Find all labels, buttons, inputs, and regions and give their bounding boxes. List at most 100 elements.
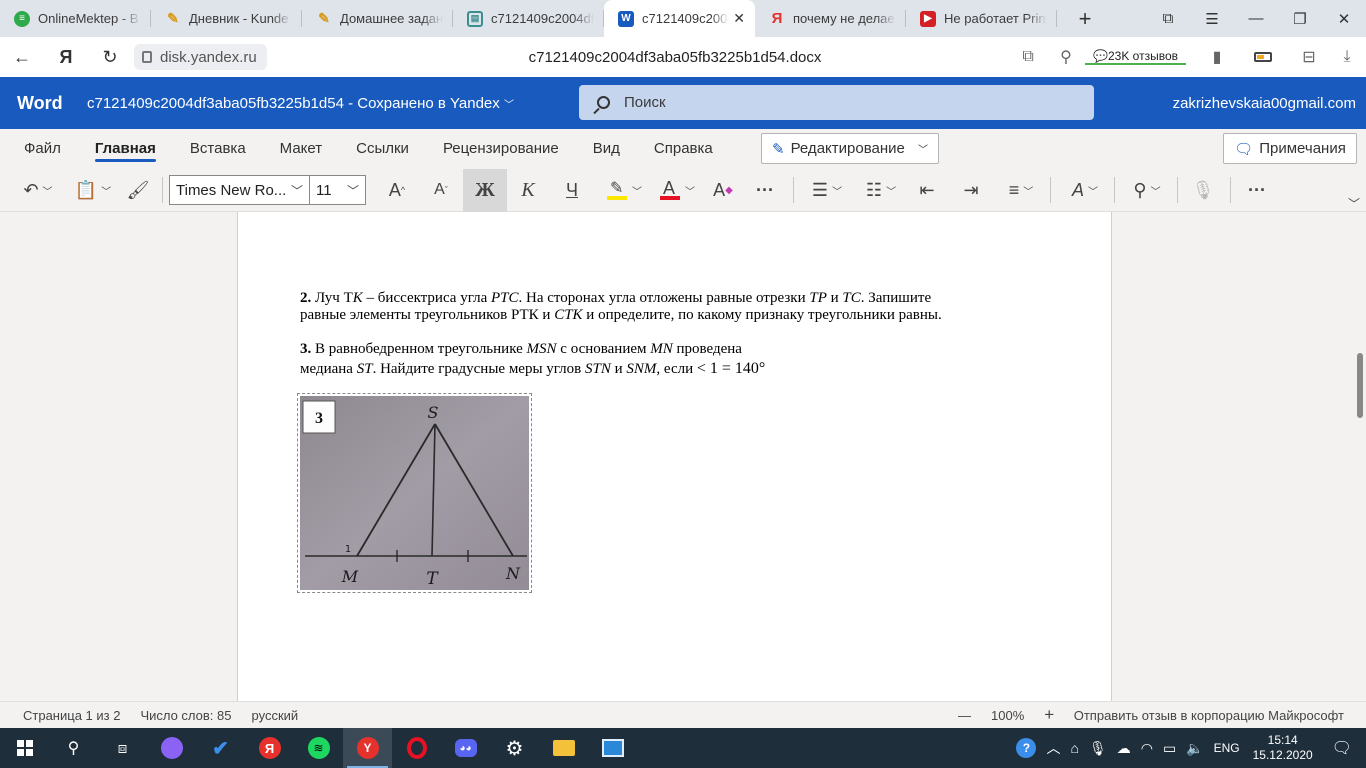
translate-icon[interactable]: ⚲ (1047, 37, 1085, 77)
feedback-link[interactable]: Отправить отзыв в корпорацию Майкрософт (1074, 708, 1344, 723)
numbering-icon[interactable]: ☷ ﹀ (858, 174, 904, 206)
volume-icon[interactable]: 🔈 (1186, 740, 1203, 757)
task-view-icon[interactable]: ⧈ (98, 728, 147, 768)
browser-tab[interactable]: ▶ Не работает Print (906, 0, 1057, 37)
more-options-icon[interactable]: ··· (1242, 174, 1272, 206)
browser-tab[interactable]: ✎ Дневник - Kunde (151, 0, 302, 37)
tab-home[interactable]: Главная (78, 129, 173, 167)
file-explorer-icon[interactable] (539, 728, 588, 768)
underline-button[interactable]: Ч (556, 174, 588, 206)
zoom-level[interactable]: 100% (991, 708, 1024, 723)
vertical-scrollbar[interactable] (1352, 212, 1366, 701)
editing-mode-dropdown[interactable]: ✎ Редактирование ﹀ (761, 133, 939, 164)
tab-view[interactable]: Вид (576, 129, 637, 167)
collapse-ribbon-icon[interactable]: ﹀ (1348, 195, 1360, 212)
browser-tab[interactable]: ▤ c7121409c2004df (453, 0, 604, 37)
search-input[interactable]: Поиск (579, 85, 1094, 120)
bold-button[interactable]: Ж (463, 169, 507, 212)
styles-icon[interactable]: A ﹀ (1062, 174, 1108, 206)
photos-icon[interactable] (588, 728, 637, 768)
browser-tab[interactable]: ✎ Домашнее задан (302, 0, 453, 37)
hardware-icon[interactable]: ⌂ (1070, 740, 1078, 756)
tab-layout[interactable]: Макет (263, 129, 339, 167)
windows-start-icon[interactable] (0, 728, 49, 768)
dictate-icon[interactable]: 🎙 (1188, 174, 1218, 206)
undo-icon[interactable]: ↶ ﹀ (18, 174, 58, 206)
tab-help[interactable]: Справка (637, 129, 730, 167)
font-size-dropdown[interactable]: 11 ﹀ (309, 175, 366, 205)
shrink-font-icon[interactable]: Aˇ (424, 174, 458, 206)
todo-icon[interactable]: ✔ (196, 728, 245, 768)
reload-icon[interactable]: ↻ (88, 37, 132, 77)
yandex-browser-icon[interactable]: Я (245, 728, 294, 768)
word-logo[interactable]: Word (17, 93, 87, 114)
show-hidden-icons-icon[interactable]: ︿ (1046, 738, 1060, 758)
grow-font-icon[interactable]: A ^ (380, 174, 414, 206)
yandex-home-icon[interactable]: Я (44, 37, 88, 77)
highlight-button[interactable]: ✎ ﹀ (600, 174, 648, 206)
zoom-out-button[interactable]: — (958, 708, 971, 723)
clear-formatting-icon[interactable]: A ◆ (708, 174, 738, 206)
language-status[interactable]: русский (252, 708, 299, 723)
copy-icon[interactable]: ⧉ (1009, 37, 1047, 77)
spotify-icon[interactable]: ≋ (294, 728, 343, 768)
close-window-icon[interactable]: ✕ (1322, 0, 1366, 37)
close-tab-icon[interactable]: ✕ (733, 10, 745, 27)
tab-insert[interactable]: Вставка (173, 129, 263, 167)
network-icon[interactable]: ◠ (1141, 740, 1153, 757)
reviews-badge[interactable]: 💬23K отзывов (1085, 49, 1186, 65)
notifications-icon[interactable]: 🗨 (1332, 738, 1352, 758)
alice-icon[interactable] (147, 728, 196, 768)
decrease-indent-icon[interactable]: ⇤ (912, 174, 942, 206)
cloud-icon[interactable]: ☁ (1117, 740, 1131, 757)
back-icon[interactable]: ← (0, 37, 44, 77)
page-url-title[interactable]: c7121409c2004df3aba05fb3225b1d54.docx (460, 49, 890, 66)
alignment-icon[interactable]: ≡ ﹀ (998, 174, 1044, 206)
document-title[interactable]: c7121409c2004df3aba05fb3225b1d54 - Сохра… (87, 95, 514, 112)
tab-review[interactable]: Рецензирование (426, 129, 576, 167)
minimize-icon[interactable]: — (1234, 0, 1278, 37)
input-language[interactable]: ENG (1214, 741, 1240, 755)
chevron-down-icon: ﹀ (503, 99, 514, 111)
tab-title: OnlineMektep - В (38, 11, 139, 26)
text-run: медиана (300, 361, 357, 377)
menu-icon[interactable]: ☰ (1190, 0, 1234, 37)
zoom-in-button[interactable]: + (1044, 705, 1054, 725)
browser-tab[interactable]: ≡ OnlineMektep - В (0, 0, 151, 37)
font-name-dropdown[interactable]: Times New Ro... ﹀ (169, 175, 310, 205)
format-painter-icon[interactable]: 🖌 (124, 174, 152, 206)
opera-icon[interactable] (392, 728, 441, 768)
browser-tab-active[interactable]: W c7121409c2004 ✕ (604, 0, 755, 37)
account-name[interactable]: zakrizhevskaia00gmail.com (1173, 95, 1356, 112)
paste-icon[interactable]: 📋 ﹀ (72, 174, 114, 206)
scrollbar-thumb[interactable] (1357, 353, 1363, 418)
browser-tab[interactable]: Я почему не делае (755, 0, 906, 37)
comments-button[interactable]: 🗨 Примечания (1223, 133, 1357, 164)
tabs-list-icon[interactable]: ⧉ (1146, 0, 1190, 37)
download-icon[interactable]: ⤓ (1328, 37, 1366, 77)
triangle-figure[interactable]: 3 S M T N 1 (297, 393, 532, 593)
increase-indent-icon[interactable]: ⇥ (956, 174, 986, 206)
microphone-icon[interactable]: 🎙 (1089, 740, 1107, 757)
battery-icon[interactable] (1236, 37, 1290, 77)
bullets-icon[interactable]: ☰ ﹀ (804, 174, 850, 206)
new-tab-button[interactable]: + (1065, 0, 1105, 37)
battery-tray-icon[interactable]: ▭ (1163, 740, 1176, 757)
help-icon[interactable]: ? (1016, 738, 1037, 758)
bookmark-icon[interactable]: ▮ (1198, 37, 1236, 77)
restore-icon[interactable]: ❐ (1278, 0, 1322, 37)
tab-file[interactable]: Файл (0, 129, 78, 167)
domain-pill[interactable]: disk.yandex.ru (134, 44, 267, 70)
more-font-options-icon[interactable]: ··· (750, 174, 780, 206)
collections-icon[interactable]: ⊟ (1290, 37, 1328, 77)
tab-references[interactable]: Ссылки (339, 129, 426, 167)
discord-icon[interactable]: ◕◕ (441, 728, 490, 768)
search-icon[interactable]: ⚲ (49, 728, 98, 768)
font-color-button[interactable]: A ﹀ (654, 174, 700, 206)
italic-button[interactable]: К (512, 174, 544, 206)
yandex-browser-active-icon[interactable]: Y (343, 728, 392, 768)
settings-icon[interactable]: ⚙ (490, 728, 539, 768)
find-icon[interactable]: ⚲ ﹀ (1124, 174, 1170, 206)
word-count[interactable]: Число слов: 85 (140, 708, 231, 723)
clock[interactable]: 15:14 15.12.2020 (1253, 733, 1313, 763)
